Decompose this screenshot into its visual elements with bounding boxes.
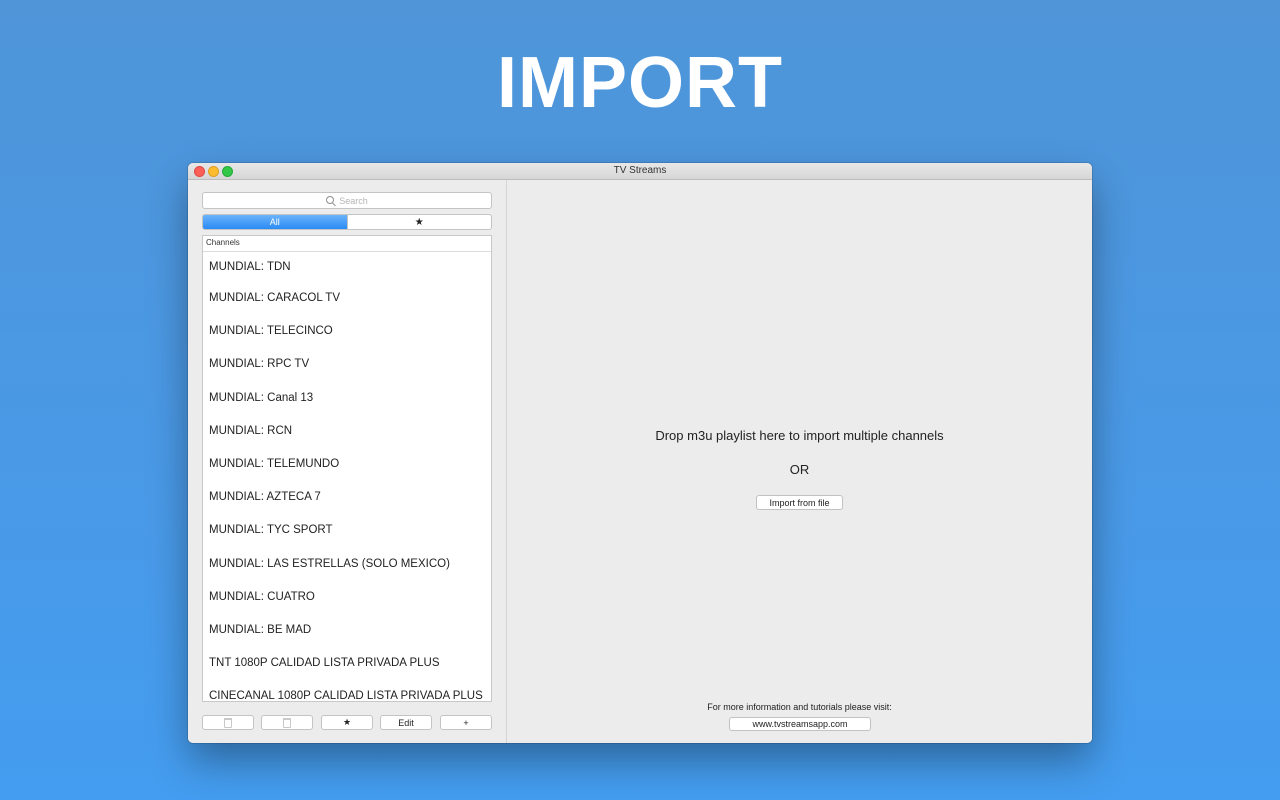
import-drop-area[interactable]: Drop m3u playlist here to import multipl… [507,180,1092,743]
list-item[interactable]: MUNDIAL: TELEMUNDO [203,448,491,481]
list-item[interactable]: CINECANAL 1080P CALIDAD LISTA PRIVADA PL… [203,680,491,701]
list-item[interactable]: MUNDIAL: LAS ESTRELLAS (SOLO MEXICO) [203,548,491,581]
list-item[interactable]: MUNDIAL: RCN [203,415,491,448]
favorite-button[interactable]: ★ [321,715,373,730]
channels-column-header[interactable]: Channels [203,236,491,252]
hero-title: IMPORT [497,43,783,123]
list-item[interactable]: MUNDIAL: CARACOL TV [203,282,491,315]
drop-instructions: Drop m3u playlist here to import multipl… [655,428,944,443]
list-item[interactable]: MUNDIAL: Canal 13 [203,382,491,415]
segment-all[interactable]: All [203,215,348,229]
app-window: TV Streams Search All ★ Channels MUNDIAL… [188,163,1092,743]
titlebar[interactable]: TV Streams [188,163,1092,180]
list-item[interactable]: MUNDIAL: TYC SPORT [203,514,491,547]
filter-segmented-control: All ★ [202,214,492,230]
list-item[interactable]: MUNDIAL: TDN [203,252,491,282]
search-placeholder: Search [339,195,368,206]
list-item[interactable]: MUNDIAL: AZTECA 7 [203,481,491,514]
edit-button[interactable]: Edit [380,715,432,730]
list-item[interactable]: MUNDIAL: TELECINCO [203,315,491,348]
sidebar-toolbar: ★ Edit + [202,715,492,730]
delete-button[interactable] [202,715,254,730]
search-input[interactable]: Search [202,192,492,209]
or-separator: OR [789,462,810,477]
import-from-file-button[interactable]: Import from file [756,495,843,510]
trash-icon [224,717,232,728]
list-item[interactable]: MUNDIAL: RPC TV [203,348,491,381]
channel-list[interactable]: Channels MUNDIAL: TDN MUNDIAL: CARACOL T… [202,235,492,702]
segment-favorites[interactable]: ★ [348,215,492,229]
search-icon [326,195,335,204]
window-title: TV Streams [613,165,667,176]
list-item[interactable]: MUNDIAL: BE MAD [203,614,491,647]
info-text: For more information and tutorials pleas… [707,702,892,712]
delete-all-button[interactable] [261,715,313,730]
channel-rows: MUNDIAL: TDN MUNDIAL: CARACOL TV MUNDIAL… [203,252,491,701]
list-item[interactable]: TNT 1080P CALIDAD LISTA PRIVADA PLUS [203,647,491,680]
list-item[interactable]: MUNDIAL: CUATRO [203,581,491,614]
sidebar: Search All ★ Channels MUNDIAL: TDN MUNDI… [188,180,507,743]
add-button[interactable]: + [440,715,492,730]
website-button[interactable]: www.tvstreamsapp.com [729,717,871,731]
trash-icon [283,717,291,728]
